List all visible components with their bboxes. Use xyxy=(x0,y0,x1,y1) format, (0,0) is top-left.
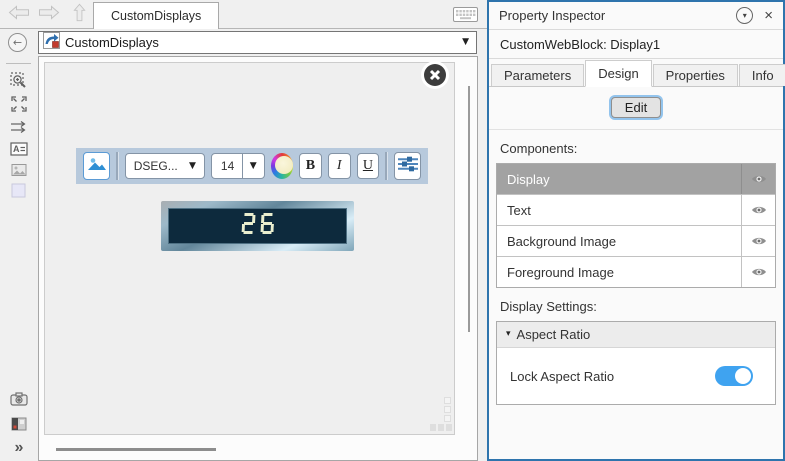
display-settings-sliders-button[interactable] xyxy=(393,152,422,180)
visibility-eye-icon[interactable] xyxy=(741,164,775,194)
component-label: Foreground Image xyxy=(507,264,614,280)
editor-palette: A » xyxy=(0,56,38,461)
aspect-ratio-group: ▾ Aspect Ratio Lock Aspect Ratio xyxy=(496,321,776,405)
horizontal-scrollbar[interactable] xyxy=(56,448,216,451)
back-arrow-icon xyxy=(8,4,30,25)
sliders-icon xyxy=(397,156,418,177)
circled-back-arrow-icon: ← xyxy=(12,36,23,49)
up-to-parent-button[interactable] xyxy=(66,3,92,27)
collapse-caret-icon: ▾ xyxy=(506,329,511,339)
model-canvas[interactable]: DSEG... ▼ 14 ▼ B I U xyxy=(38,56,478,461)
components-section-label: Components: xyxy=(500,141,578,156)
underline-button[interactable]: U xyxy=(356,153,380,179)
custom-display-block[interactable] xyxy=(161,201,354,251)
toggle-knob xyxy=(735,368,751,384)
viewmarks-icon[interactable] xyxy=(8,413,30,435)
section-divider xyxy=(489,129,783,130)
italic-button[interactable]: I xyxy=(327,153,351,179)
zoom-region-icon[interactable] xyxy=(8,70,30,92)
forward-button[interactable] xyxy=(36,4,62,25)
font-size-dropdown[interactable]: 14 ▼ xyxy=(210,153,265,179)
simulink-editor-window: CustomDisplays ← CustomDisplays ▼ A » DS… xyxy=(0,0,785,461)
font-color-wheel-icon[interactable] xyxy=(270,153,294,179)
bold-button[interactable]: B xyxy=(299,153,322,179)
hide-explorer-bar-button[interactable]: ← xyxy=(8,33,27,52)
toolbar-separator xyxy=(385,152,388,180)
component-label: Background Image xyxy=(507,233,617,249)
canvas-corner-widgets xyxy=(444,397,451,422)
palette-divider xyxy=(6,63,31,64)
font-family-dropdown[interactable]: DSEG... ▼ xyxy=(124,153,205,179)
display-value xyxy=(241,213,274,239)
component-row-foreground-image[interactable]: Foreground Image xyxy=(497,257,775,287)
visibility-eye-icon[interactable] xyxy=(741,195,775,225)
edit-button-row: Edit xyxy=(489,97,783,118)
component-label: Display xyxy=(507,171,550,187)
keyboard-shortcuts-icon[interactable] xyxy=(453,7,478,27)
screenshot-camera-icon[interactable] xyxy=(8,388,30,410)
annotation-icon[interactable]: A xyxy=(8,138,30,160)
panel-menu-icon[interactable]: ▾ xyxy=(736,7,754,24)
font-size-caret[interactable]: ▼ xyxy=(241,154,264,178)
simulink-model-icon xyxy=(43,31,60,54)
close-edit-mode-icon[interactable] xyxy=(424,64,446,86)
svg-text:A: A xyxy=(13,144,20,154)
aspect-ratio-section-header[interactable]: ▾ Aspect Ratio xyxy=(497,322,775,348)
back-button[interactable] xyxy=(6,4,32,25)
vertical-scrollbar[interactable] xyxy=(468,86,470,332)
component-row-background-image[interactable]: Background Image xyxy=(497,226,775,257)
document-tab-strip: CustomDisplays xyxy=(0,0,487,29)
tab-info[interactable]: Info xyxy=(738,64,785,86)
panel-title: Property Inspector xyxy=(499,8,606,23)
property-inspector-titlebar: Property Inspector ▾ × xyxy=(489,2,783,30)
block-identity-label: CustomWebBlock: Display1 xyxy=(489,30,783,59)
breadcrumb-model-name: CustomDisplays xyxy=(65,35,159,50)
aspect-ratio-section-title: Aspect Ratio xyxy=(516,327,591,342)
lock-aspect-ratio-label: Lock Aspect Ratio xyxy=(510,368,615,384)
visibility-eye-icon[interactable] xyxy=(741,226,775,256)
property-inspector-panel: Property Inspector ▾ × CustomWebBlock: D… xyxy=(487,0,785,461)
font-size-value: 14 xyxy=(220,159,235,173)
component-row-display[interactable]: Display xyxy=(497,164,775,195)
breadcrumb[interactable]: CustomDisplays ▼ xyxy=(38,31,477,54)
tab-parameters[interactable]: Parameters xyxy=(491,64,585,86)
image-button[interactable] xyxy=(83,152,111,180)
canvas-resize-grip xyxy=(430,424,452,431)
edit-button[interactable]: Edit xyxy=(610,97,662,118)
breadcrumb-dropdown-caret-icon[interactable]: ▼ xyxy=(462,38,469,47)
tab-properties[interactable]: Properties xyxy=(652,64,738,86)
display-screen xyxy=(168,208,347,244)
display-settings-label: Display Settings: xyxy=(500,299,597,314)
document-tab-customdisplays[interactable]: CustomDisplays xyxy=(93,2,220,29)
panel-close-icon[interactable]: × xyxy=(764,8,773,23)
tab-design[interactable]: Design xyxy=(585,60,652,87)
insert-image-icon[interactable] xyxy=(8,159,30,181)
visibility-eye-icon[interactable] xyxy=(741,257,775,287)
display-format-toolbar: DSEG... ▼ 14 ▼ B I U xyxy=(76,148,428,184)
signal-routing-icon[interactable] xyxy=(8,116,30,138)
document-tab-label: CustomDisplays xyxy=(111,9,202,23)
image-icon xyxy=(87,156,107,176)
up-arrow-icon xyxy=(71,3,88,27)
chevron-down-icon: ▼ xyxy=(249,160,257,171)
area-box-icon[interactable] xyxy=(8,180,30,202)
components-list: Display Text Background Image Foreground… xyxy=(496,163,776,288)
chevron-down-icon: ▼ xyxy=(188,160,196,171)
component-label: Text xyxy=(507,202,531,218)
toolbar-separator xyxy=(116,152,119,180)
forward-arrow-icon xyxy=(38,4,60,25)
fit-to-view-icon[interactable] xyxy=(8,93,30,115)
component-row-text[interactable]: Text xyxy=(497,195,775,226)
aspect-ratio-body: Lock Aspect Ratio xyxy=(497,348,775,404)
inspector-tabs: Parameters Design Properties Info xyxy=(489,59,785,87)
lock-aspect-ratio-toggle[interactable] xyxy=(715,366,753,386)
expand-palette-chevron-icon[interactable]: » xyxy=(8,437,30,459)
font-family-value: DSEG... xyxy=(133,159,178,173)
